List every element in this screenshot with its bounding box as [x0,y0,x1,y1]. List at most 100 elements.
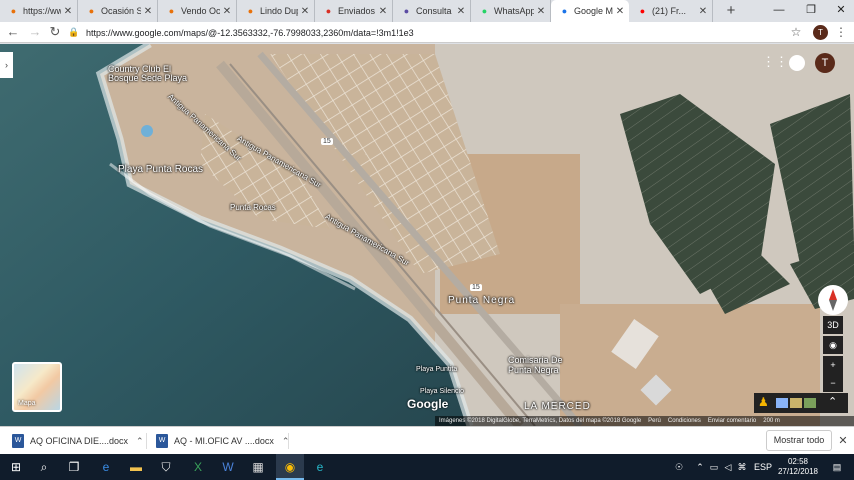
network-icon[interactable]: ▭ [708,454,720,480]
language-indicator[interactable]: ESP [752,454,774,480]
zoom-out-button[interactable]: − [823,374,843,392]
tab-strip: ●https://ww...✕●Ocasión Sa...✕●Vendo Oca… [0,0,854,22]
word-doc-icon: W [12,434,24,448]
map-label-punta-negra[interactable]: Punta Negra [448,295,515,306]
volume-icon[interactable]: ◁ [722,454,734,480]
route-15-shield-2: 15 [470,284,482,291]
word-doc-icon: W [156,434,168,448]
layer-thumb-1[interactable] [776,398,788,408]
language-icon[interactable]: ⌘ [736,454,748,480]
map-footer: Imágenes ©2018 DigitalGlobe, TerraMetric… [435,416,854,426]
map-account-avatar[interactable]: T [815,53,835,73]
tab-close-icon[interactable]: ✕ [63,6,73,17]
layer-thumb-3[interactable] [804,398,816,408]
terms-link[interactable]: Condiciones [668,418,701,424]
zoom-in-button[interactable]: + [823,356,843,374]
tab-title: https://ww... [23,6,61,16]
tab-title: Vendo Oca... [181,6,220,16]
browser-tab[interactable]: ● Consulta R...✕ [393,0,471,22]
show-all-button[interactable]: Mostrar todo [766,430,832,451]
map-label-playa-punta-rocas[interactable]: Playa Punta Rocas [118,164,203,175]
back-button[interactable]: ← [4,23,22,41]
side-panel-toggle[interactable]: › [0,52,13,78]
browser-tab[interactable]: ● (21) Fr... ✕ [629,0,713,22]
tab-title: Enviados -... [338,6,376,16]
browser-tab[interactable]: ● WhatsApp ✕ [471,0,551,22]
route-15-shield: 15 [321,138,333,145]
file-explorer-icon[interactable]: ▬ [122,454,150,480]
3d-button[interactable]: 3D [823,316,843,334]
feedback-link[interactable]: Enviar comentario [708,418,756,424]
map-label-comisaria-1[interactable]: Comisaria De [508,355,563,365]
forward-button[interactable]: → [26,23,44,41]
scale-label[interactable]: 200 m [763,418,780,424]
layers-bar[interactable]: ♟ ⌃ [754,393,848,413]
word-icon[interactable]: W [214,454,242,480]
minimap-label: Mapa [18,400,36,407]
clock-time: 02:58 [787,457,809,466]
map-label-bosque[interactable]: Bosque Sede Playa [108,73,187,83]
close-window-button[interactable]: ✕ [826,0,854,20]
profile-avatar[interactable]: T [813,25,828,40]
tab-close-icon[interactable]: ✕ [378,6,388,17]
task-view-icon[interactable]: ❐ [60,454,88,480]
browser-tab[interactable]: ● Lindo Dupl...✕ [237,0,315,22]
close-icon[interactable]: ✕ [837,431,849,451]
notifications-icon[interactable] [789,55,805,71]
url-text: https://www.google.com/maps/@-12.3563332… [86,27,414,38]
browser-tab[interactable]: ● Google Ma...✕ [551,0,629,22]
tab-close-icon[interactable]: ✕ [698,6,708,17]
download-filename: AQ OFICINA DIE....docx [30,436,129,446]
menu-icon[interactable]: ⋮ [834,23,848,41]
compass-icon [829,289,837,311]
compass-control[interactable] [818,285,848,315]
chevron-up-icon[interactable]: ⌃ [136,436,144,447]
edge-icon[interactable]: e [92,454,120,480]
download-item[interactable]: W AQ OFICINA DIE....docx ⌃ [12,431,144,451]
orange-pin-icon: ● [88,6,95,16]
tab-close-icon[interactable]: ✕ [536,6,546,17]
store-icon[interactable]: ⛉ [152,454,180,480]
excel-icon[interactable]: X [184,454,212,480]
chrome-icon[interactable]: ◉ [276,454,304,480]
country-link[interactable]: Perú [648,418,661,424]
my-location-button[interactable]: ◉ [823,336,843,354]
tab-close-icon[interactable]: ✕ [143,6,153,17]
browser-tab[interactable]: ● Enviados -...✕ [315,0,393,22]
map-label-playa-silencio: Playa Silencio [420,388,464,395]
search-icon[interactable]: ⌕ [30,454,58,480]
map-type-switcher[interactable]: Mapa [12,362,62,412]
tab-close-icon[interactable]: ✕ [300,6,310,17]
reload-button[interactable]: ↻ [46,23,64,41]
app-icon[interactable]: e [306,454,334,480]
tab-title: Consulta R... [416,6,454,16]
pegman-icon[interactable]: ♟ [758,395,769,409]
lock-icon: 🔒 [68,27,80,37]
apps-grid-icon[interactable]: ⋮⋮ [762,55,788,69]
address-bar[interactable]: 🔒 https://www.google.com/maps/@-12.35633… [68,23,780,42]
tab-close-icon[interactable]: ✕ [615,6,625,17]
download-item[interactable]: W AQ - MI.OFIC AV ....docx ⌃ [156,431,289,451]
map-label-comisaria-2[interactable]: Punta Negra [508,365,559,375]
bookmark-star-icon[interactable]: ☆ [788,23,804,41]
orange-pin-icon: ● [247,6,254,16]
tab-title: (21) Fr... [652,6,687,16]
tab-close-icon[interactable]: ✕ [222,6,232,17]
calculator-icon[interactable]: ▦ [244,454,272,480]
expand-icon[interactable]: ⌃ [828,395,837,408]
minimize-button[interactable]: — [764,0,794,20]
people-icon[interactable]: ☉ [672,454,686,480]
layer-thumb-2[interactable] [790,398,802,408]
browser-tab[interactable]: ● Ocasión Sa...✕ [78,0,158,22]
system-clock[interactable]: 02:58 27/12/2018 [772,457,824,479]
satellite-map[interactable]: › Country Club El Bosque Sede Playa Play… [0,44,854,426]
browser-tab[interactable]: ● Vendo Oca...✕ [158,0,237,22]
start-icon[interactable]: ⊞ [2,454,30,480]
chevron-up-icon[interactable]: ⌃ [694,454,706,480]
browser-tab[interactable]: ● https://ww...✕ [0,0,78,22]
notification-center-icon[interactable]: ▤ [828,454,846,480]
maximize-button[interactable]: ❐ [796,0,826,20]
orange-pin-icon: ● [168,6,175,16]
tab-close-icon[interactable]: ✕ [456,6,466,17]
new-tab-button[interactable]: + [722,2,740,20]
